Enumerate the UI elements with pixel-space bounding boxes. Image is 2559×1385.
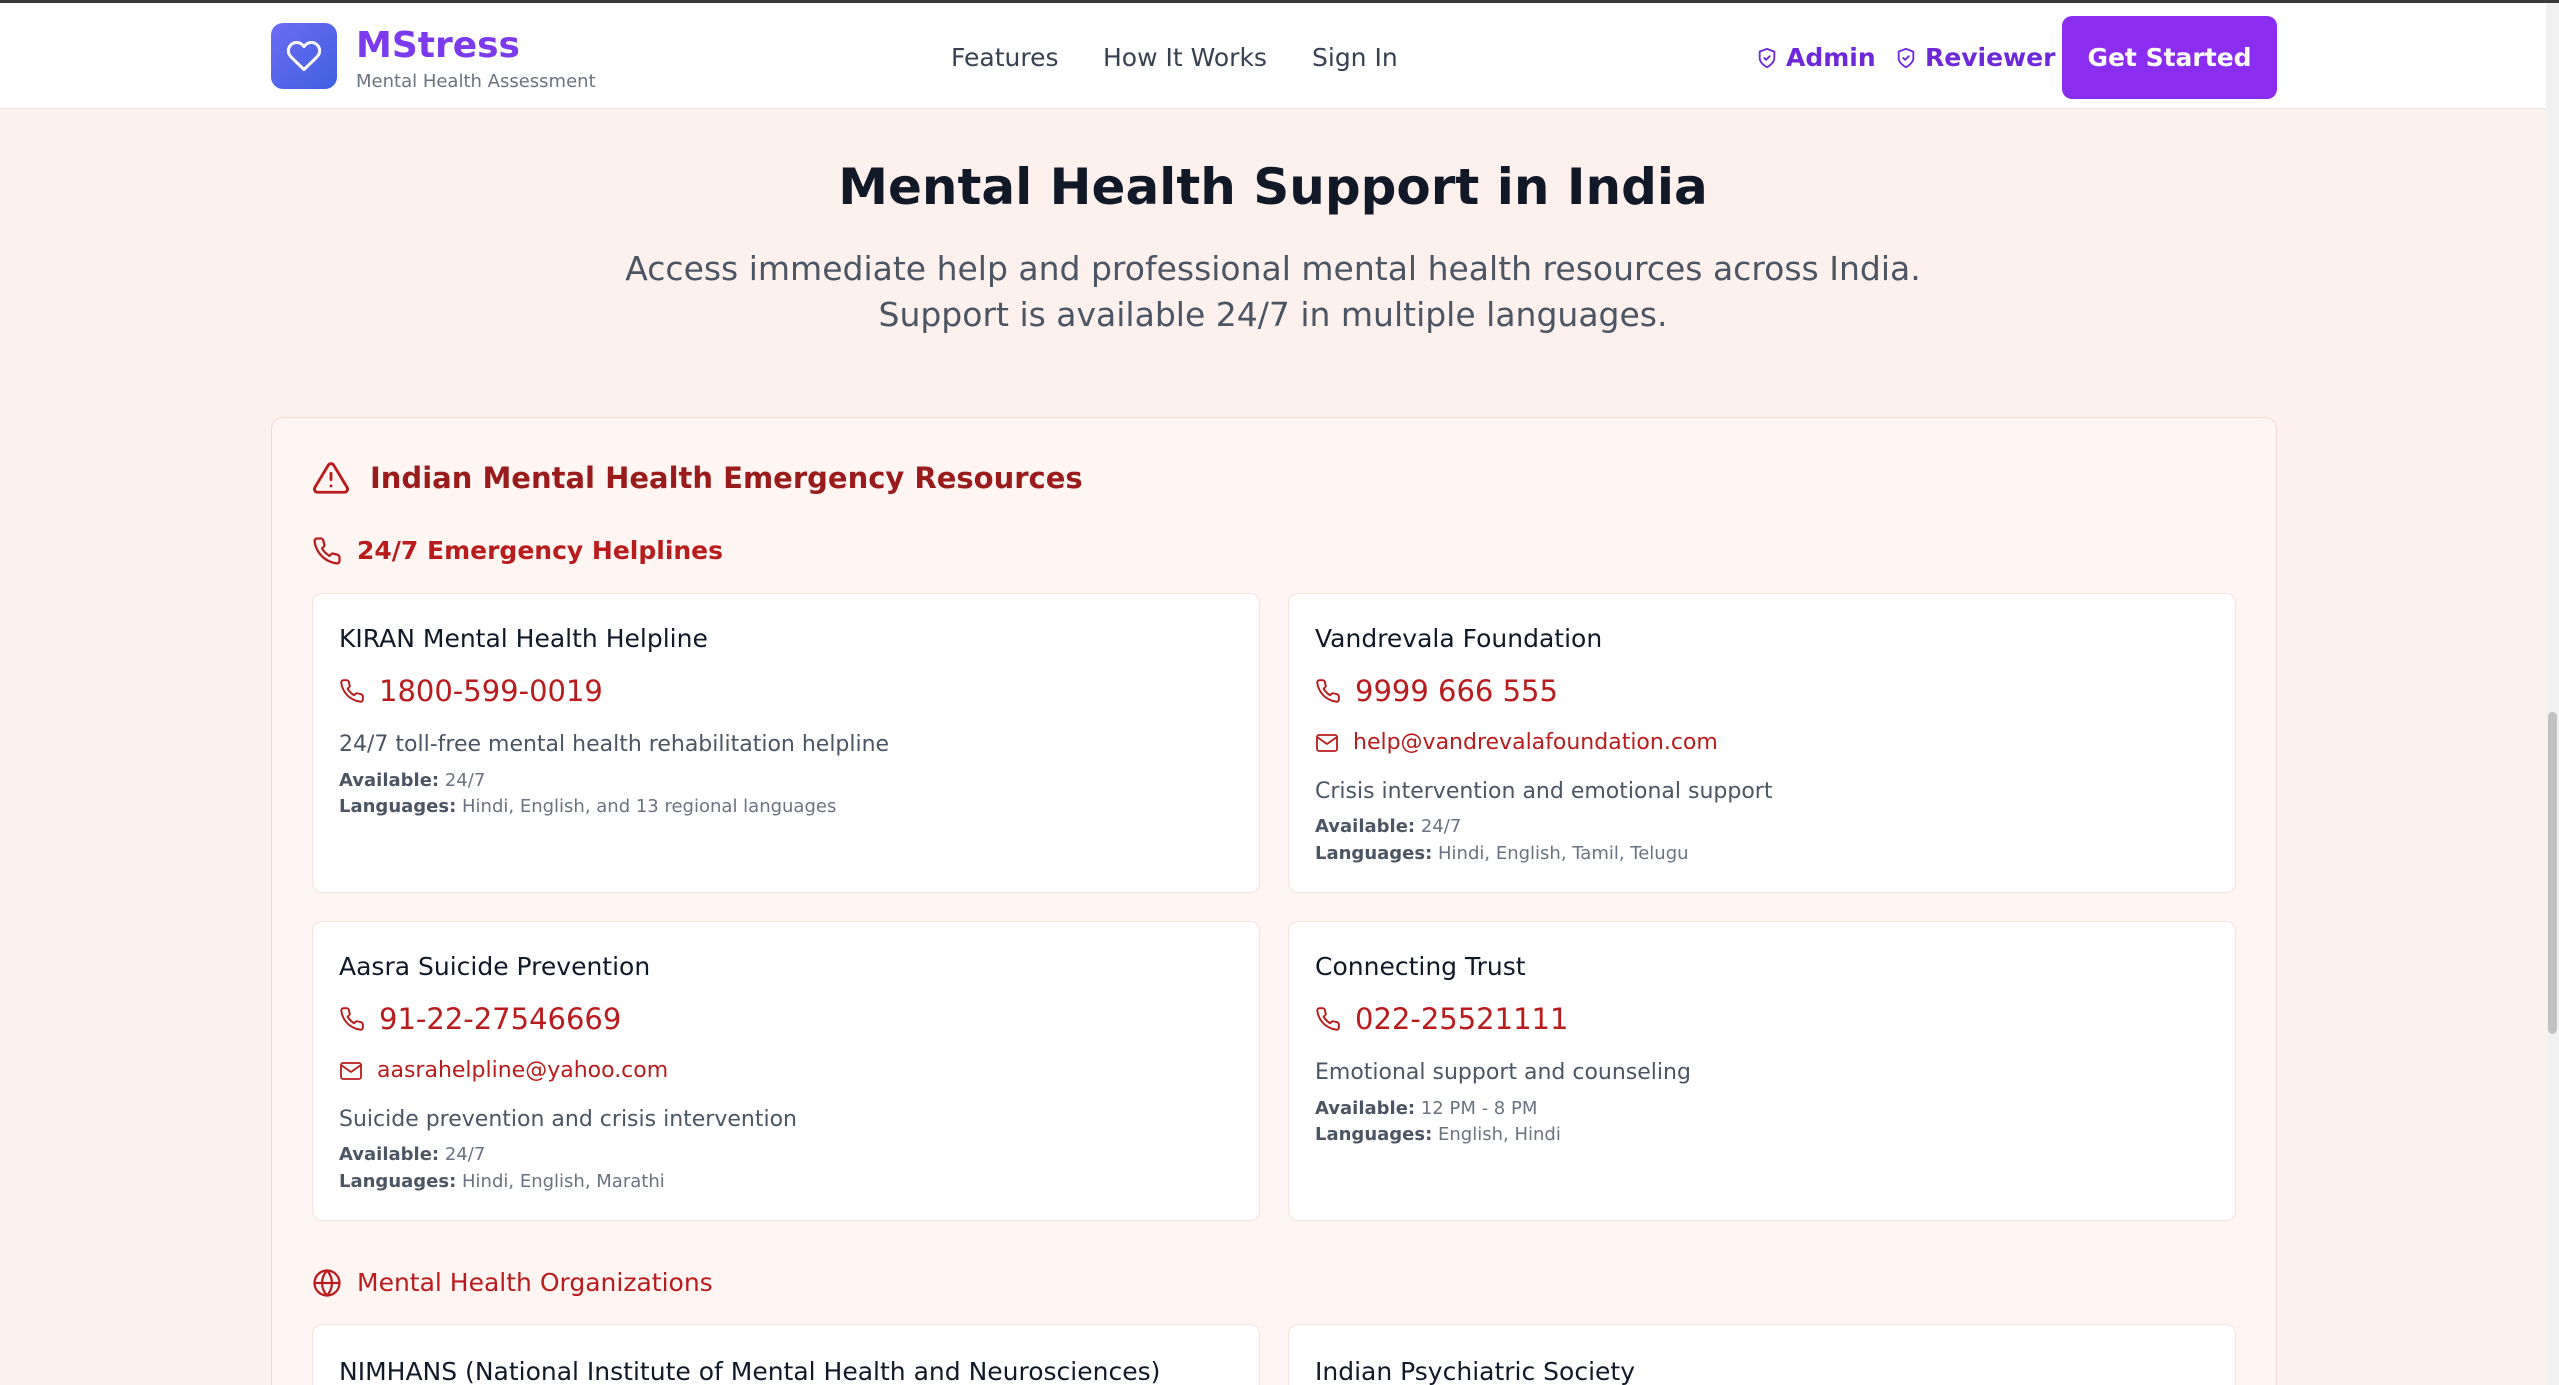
- shield-check-icon: [1897, 47, 1915, 68]
- organization-name: Indian Psychiatric Society: [1315, 1357, 1636, 1385]
- helpline-phone: 9999 666 555: [1355, 674, 1558, 708]
- globe-icon: [313, 1269, 341, 1297]
- helpline-card: Aasra Suicide Prevention 91-22-27546669 …: [312, 921, 1260, 1221]
- brand-name[interactable]: MStress: [356, 25, 520, 66]
- page-title: Mental Health Support in India: [838, 158, 1708, 216]
- helpline-card: Connecting Trust 022-25521111 Emotional …: [1288, 921, 2236, 1221]
- phone-icon: [340, 679, 364, 703]
- helpline-availability: Available: 24/7: [339, 770, 486, 791]
- reviewer-label: Reviewer: [1925, 43, 2056, 72]
- helpline-description: 24/7 toll-free mental health rehabilitat…: [339, 732, 890, 757]
- helpline-email: help@vandrevalafoundation.com: [1353, 730, 1718, 755]
- admin-link[interactable]: Admin: [1756, 43, 1876, 72]
- helpline-languages: Languages: Hindi, English, and 13 region…: [339, 796, 837, 817]
- helpline-phone-link[interactable]: 022-25521111: [1315, 1002, 1568, 1036]
- organization-card: NIMHANS (National Institute of Mental He…: [312, 1324, 1260, 1385]
- phone-icon: [1316, 679, 1340, 703]
- nav-sign-in[interactable]: Sign In: [1312, 43, 1398, 72]
- helpline-availability: Available: 12 PM - 8 PM: [1315, 1098, 1538, 1119]
- helpline-phone-link[interactable]: 1800-599-0019: [339, 674, 603, 708]
- heart-icon: [286, 40, 322, 71]
- helpline-email-link[interactable]: aasrahelpline@yahoo.com: [339, 1058, 668, 1083]
- helpline-email: aasrahelpline@yahoo.com: [377, 1058, 669, 1083]
- nav-how-it-works[interactable]: How It Works: [1103, 43, 1267, 72]
- helpline-phone: 1800-599-0019: [379, 674, 603, 708]
- helplines-title: 24/7 Emergency Helplines: [357, 536, 724, 565]
- organizations-title: Mental Health Organizations: [357, 1268, 713, 1297]
- admin-label: Admin: [1786, 43, 1876, 72]
- helpline-card: KIRAN Mental Health Helpline 1800-599-00…: [312, 593, 1260, 893]
- resources-title: Indian Mental Health Emergency Resources: [370, 461, 1083, 495]
- helpline-availability: Available: 24/7: [339, 1144, 486, 1165]
- helpline-name: Connecting Trust: [1315, 952, 1526, 981]
- helpline-languages: Languages: Hindi, English, Marathi: [339, 1171, 665, 1192]
- helpline-phone: 91-22-27546669: [379, 1002, 622, 1036]
- helpline-name: Aasra Suicide Prevention: [339, 952, 651, 981]
- logo[interactable]: [271, 23, 337, 89]
- helpline-phone-link[interactable]: 91-22-27546669: [339, 1002, 621, 1036]
- nav-features[interactable]: Features: [951, 43, 1059, 72]
- page-subtitle: Access immediate help and professional m…: [625, 249, 1921, 334]
- brand-tagline: Mental Health Assessment: [356, 71, 596, 92]
- organization-card: Indian Psychiatric Society: [1288, 1324, 2236, 1385]
- mail-icon: [1316, 733, 1338, 752]
- helpline-languages: Languages: English, Hindi: [1315, 1124, 1561, 1145]
- helpline-description: Emotional support and counseling: [1315, 1060, 1691, 1085]
- mail-icon: [340, 1061, 362, 1080]
- get-started-button[interactable]: Get Started: [2062, 16, 2277, 99]
- scrollbar-thumb[interactable]: [2548, 712, 2557, 1034]
- helpline-name: KIRAN Mental Health Helpline: [339, 624, 708, 653]
- helpline-email-link[interactable]: help@vandrevalafoundation.com: [1315, 730, 1718, 755]
- helpline-name: Vandrevala Foundation: [1315, 624, 1603, 653]
- phone-icon: [313, 537, 341, 565]
- helpline-description: Crisis intervention and emotional suppor…: [1315, 779, 1773, 804]
- alert-triangle-icon: [313, 462, 349, 494]
- phone-icon: [340, 1007, 364, 1031]
- scrollbar-track[interactable]: [2546, 3, 2559, 1385]
- helpline-phone-link[interactable]: 9999 666 555: [1315, 674, 1558, 708]
- top-navbar: MStress Mental Health Assessment Feature…: [0, 3, 2546, 109]
- helpline-availability: Available: 24/7: [1315, 816, 1462, 837]
- helpline-card: Vandrevala Foundation 9999 666 555 help@…: [1288, 593, 2236, 893]
- helpline-description: Suicide prevention and crisis interventi…: [339, 1107, 797, 1132]
- helpline-phone: 022-25521111: [1355, 1002, 1569, 1036]
- helpline-languages: Languages: Hindi, English, Tamil, Telugu: [1315, 843, 1689, 864]
- shield-check-icon: [1758, 47, 1776, 68]
- organization-name: NIMHANS (National Institute of Mental He…: [339, 1357, 1161, 1385]
- reviewer-link[interactable]: Reviewer: [1895, 43, 2055, 72]
- phone-icon: [1316, 1007, 1340, 1031]
